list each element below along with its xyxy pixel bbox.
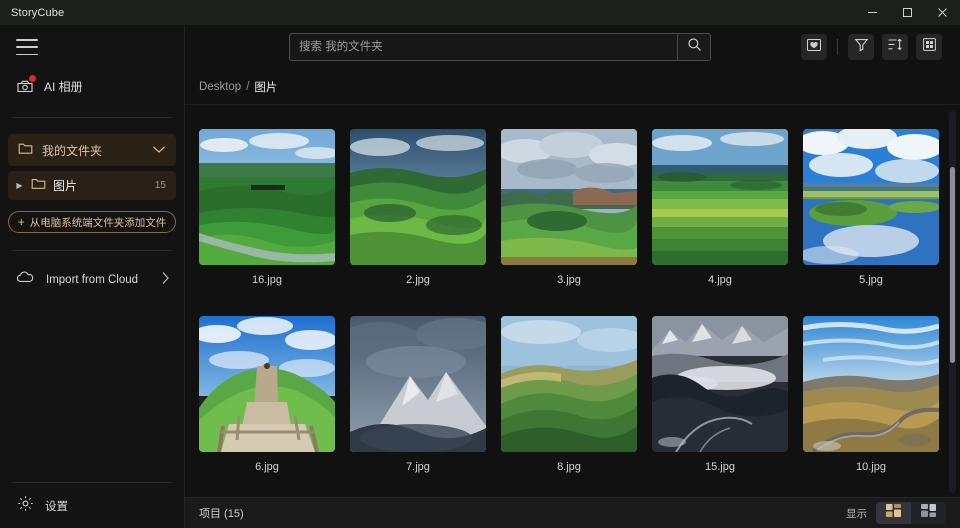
photo-favorite-icon	[806, 37, 822, 58]
thumbnail-caption: 3.jpg	[557, 274, 581, 286]
chevron-right-icon[interactable]	[161, 271, 170, 290]
view-layout-b-button[interactable]	[911, 502, 946, 524]
breadcrumb-separator: /	[246, 81, 250, 93]
gallery-item[interactable]: 16.jpg	[199, 129, 335, 286]
sidebar-item-ai-album[interactable]: AI 相册	[0, 69, 184, 103]
thumbnail-caption: 4.jpg	[708, 274, 732, 286]
filter-icon	[854, 37, 869, 57]
item-count-label: 项目 (15)	[199, 508, 244, 520]
thumbnail-image[interactable]	[652, 129, 788, 265]
thumbnail-caption: 16.jpg	[252, 274, 282, 286]
thumbnail-caption: 5.jpg	[859, 274, 883, 286]
search-button[interactable]	[677, 34, 710, 60]
photo-favorite-button[interactable]	[801, 34, 827, 60]
toolbar-icon-group	[801, 34, 942, 60]
search-input[interactable]	[290, 34, 677, 60]
toolbar	[185, 25, 960, 70]
view-toggle-group	[876, 502, 946, 524]
title-bar: StoryCube	[0, 0, 960, 25]
sidebar-item-label-ai-album: AI 相册	[44, 79, 83, 94]
sidebar-item-settings[interactable]: 设置	[0, 483, 184, 528]
breadcrumb: Desktop / 图片	[185, 70, 960, 104]
gallery-item[interactable]: 3.jpg	[501, 129, 637, 286]
sidebar-item-label-import-cloud: Import from Cloud	[46, 274, 139, 286]
thumbnail-image[interactable]	[803, 316, 939, 452]
view-layout-a-button[interactable]	[876, 502, 911, 524]
sidebar-item-count-pictures: 15	[154, 180, 166, 191]
thumbnail-image[interactable]	[350, 129, 486, 265]
app-title: StoryCube	[11, 6, 65, 19]
chevron-down-icon[interactable]	[152, 141, 166, 159]
filter-button[interactable]	[848, 34, 874, 60]
scrollbar-thumb[interactable]	[950, 167, 955, 363]
toolbar-separator	[837, 39, 838, 55]
thumbnail-image[interactable]	[652, 316, 788, 452]
sidebar-item-label-my-folder: 我的文件夹	[42, 143, 103, 158]
thumbnail-image[interactable]	[501, 129, 637, 265]
thumbnail-image[interactable]	[501, 316, 637, 452]
cloud-icon	[16, 271, 35, 289]
add-files-button[interactable]: + 从电脑系统端文件夹添加文件	[8, 211, 176, 233]
thumbnail-caption: 15.jpg	[705, 461, 735, 473]
sidebar-item-label-settings: 设置	[45, 500, 68, 513]
thumbnail-image[interactable]	[199, 129, 335, 265]
grid-view-button[interactable]	[916, 34, 942, 60]
notification-badge	[29, 75, 36, 82]
thumbnail-caption: 7.jpg	[406, 461, 430, 473]
sidebar-item-my-folder[interactable]: 我的文件夹	[8, 134, 176, 166]
view-controls: 显示	[846, 502, 946, 524]
sidebar-item-pictures[interactable]: ▶ 图片 15	[8, 171, 176, 200]
sort-icon	[887, 37, 903, 57]
app-window: StoryCube AI 相册 我的文件夹 ▶ 图片 15 + 从电脑系统端文件…	[0, 0, 960, 528]
gallery-item[interactable]: 10.jpg	[803, 316, 939, 473]
gallery-item[interactable]: 15.jpg	[652, 316, 788, 473]
folder-icon	[18, 141, 33, 160]
sidebar: AI 相册 我的文件夹 ▶ 图片 15 + 从电脑系统端文件夹添加文件 Impo…	[0, 25, 185, 528]
thumbnail-caption: 6.jpg	[255, 461, 279, 473]
thumbnail-caption: 10.jpg	[856, 461, 886, 473]
add-files-label: 从电脑系统端文件夹添加文件	[29, 216, 167, 229]
gear-icon	[17, 495, 34, 517]
caret-right-icon[interactable]: ▶	[15, 181, 24, 190]
layout-grid-icon	[920, 503, 937, 523]
thumbnail-grid: 16.jpg 2.jpg 3.jpg 4.jpg 5.jpg 6.jpg 7.j…	[185, 105, 960, 473]
layout-stack-icon	[885, 503, 902, 523]
thumbnail-image[interactable]	[803, 129, 939, 265]
folder-icon	[31, 177, 46, 195]
gallery-item[interactable]: 2.jpg	[350, 129, 486, 286]
breadcrumb-parent[interactable]: Desktop	[199, 81, 241, 93]
search-bar	[289, 33, 711, 61]
sidebar-divider-mid	[12, 250, 172, 251]
close-button[interactable]	[925, 0, 960, 25]
gallery-scrollbar[interactable]	[949, 111, 956, 493]
sidebar-item-import-cloud[interactable]: Import from Cloud	[0, 263, 184, 297]
gallery-area: 16.jpg 2.jpg 3.jpg 4.jpg 5.jpg 6.jpg 7.j…	[185, 104, 960, 497]
thumbnail-image[interactable]	[199, 316, 335, 452]
window-controls	[855, 0, 960, 25]
sidebar-divider-top	[12, 117, 172, 118]
grid-view-icon	[922, 37, 937, 57]
sidebar-item-label-pictures: 图片	[53, 179, 78, 193]
gallery-item[interactable]: 4.jpg	[652, 129, 788, 286]
gallery-item[interactable]: 6.jpg	[199, 316, 335, 473]
main-panel: Desktop / 图片	[185, 25, 960, 528]
gallery-item[interactable]: 5.jpg	[803, 129, 939, 286]
display-label: 显示	[846, 507, 867, 520]
breadcrumb-current[interactable]: 图片	[254, 79, 277, 95]
minimize-button[interactable]	[855, 0, 890, 25]
ai-album-icon	[16, 75, 36, 95]
thumbnail-image[interactable]	[350, 316, 486, 452]
sort-button[interactable]	[882, 34, 908, 60]
maximize-button[interactable]	[890, 0, 925, 25]
search-icon	[687, 37, 702, 57]
window-body: AI 相册 我的文件夹 ▶ 图片 15 + 从电脑系统端文件夹添加文件 Impo…	[0, 25, 960, 528]
thumbnail-caption: 2.jpg	[406, 274, 430, 286]
status-bar: 项目 (15) 显示	[185, 497, 960, 528]
plus-icon: +	[17, 215, 25, 229]
thumbnail-caption: 8.jpg	[557, 461, 581, 473]
gallery-item[interactable]: 8.jpg	[501, 316, 637, 473]
gallery-item[interactable]: 7.jpg	[350, 316, 486, 473]
hamburger-icon[interactable]	[16, 39, 38, 55]
